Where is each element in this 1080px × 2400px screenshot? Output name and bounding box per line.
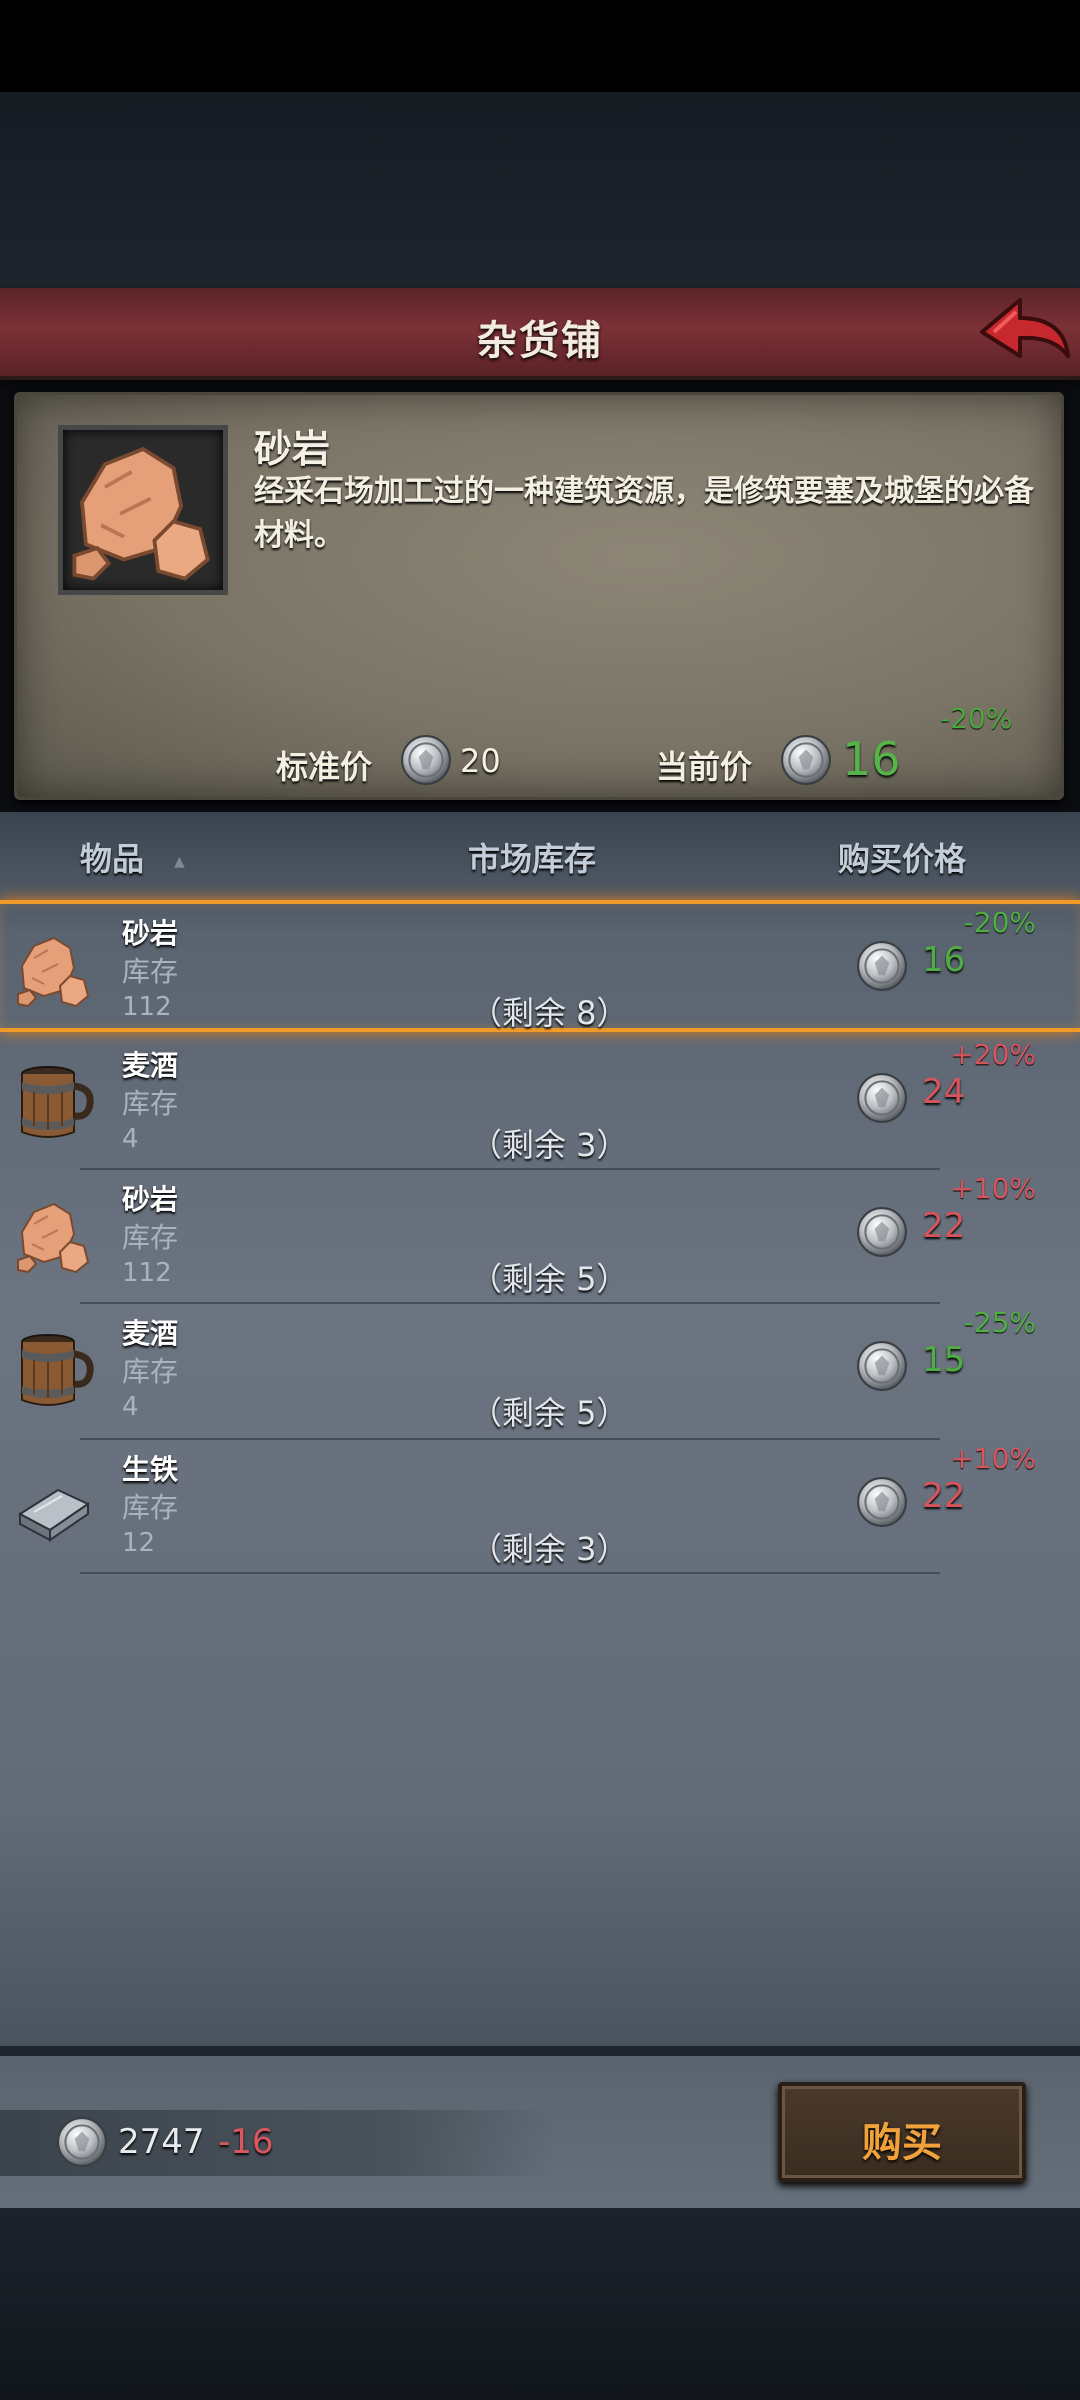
buy-price: 16 <box>922 940 966 980</box>
stock-label: 库存 <box>122 1221 179 1254</box>
back-arrow-icon <box>980 298 1070 358</box>
status-bar <box>0 0 1080 92</box>
stock-label: 库存 <box>122 955 179 988</box>
item-name: 麦酒 <box>122 1049 179 1082</box>
bottom-background <box>0 2208 1080 2400</box>
detail-discount: -20% <box>940 702 1013 735</box>
buy-button[interactable]: 购买 <box>778 2082 1026 2182</box>
back-button[interactable] <box>976 292 1074 372</box>
sandstone-icon <box>63 430 223 590</box>
current-price-label: 当前价 <box>656 748 753 786</box>
stock-value: 12 <box>122 1528 156 1558</box>
item-row[interactable]: 麦酒 库存 4 （剩余 5） -25% 15 <box>0 1304 1080 1436</box>
item-row[interactable]: 生铁 库存 12 （剩余 3） +10% 22 <box>0 1440 1080 1572</box>
shop-title: 杂货铺 <box>477 318 603 364</box>
standard-price-label: 标准价 <box>276 748 373 786</box>
silver-coin-icon <box>56 2116 108 2168</box>
bottom-separator <box>0 2046 1080 2056</box>
wallet-amount: 2747 <box>118 2122 205 2162</box>
market-remaining: （剩余 5） <box>470 1394 629 1432</box>
market-remaining: （剩余 5） <box>470 1260 629 1298</box>
item-name: 生铁 <box>122 1453 179 1486</box>
column-header-stock: 市场库存 <box>468 840 597 878</box>
stock-label: 库存 <box>122 1491 179 1524</box>
detail-item-icon-frame <box>58 425 228 595</box>
column-header-price: 购买价格 <box>838 840 967 878</box>
stock-label: 库存 <box>122 1087 179 1120</box>
wallet-delta: -16 <box>218 2122 274 2162</box>
silver-coin-icon <box>856 940 908 992</box>
stock-value: 4 <box>122 1392 139 1422</box>
ale-mug-icon <box>14 1328 94 1412</box>
stock-value: 112 <box>122 992 172 1022</box>
price-change-percent: +10% <box>950 1172 1036 1205</box>
sandstone-icon <box>14 1194 94 1278</box>
market-remaining: （剩余 8） <box>470 994 629 1032</box>
item-row[interactable]: 麦酒 库存 4 （剩余 3） +20% 24 <box>0 1036 1080 1168</box>
buy-price: 22 <box>922 1476 966 1516</box>
silver-coin-icon <box>780 734 832 786</box>
stock-value: 112 <box>122 1258 172 1288</box>
shop-title-bar: 杂货铺 <box>0 288 1080 380</box>
item-name: 砂岩 <box>122 917 179 950</box>
silver-coin-icon <box>856 1340 908 1392</box>
market-remaining: （剩余 3） <box>470 1126 629 1164</box>
price-change-percent: +20% <box>950 1038 1036 1071</box>
market-remaining: （剩余 3） <box>470 1530 629 1568</box>
buy-price: 24 <box>922 1072 966 1112</box>
buy-price: 22 <box>922 1206 966 1246</box>
upper-background <box>0 92 1080 288</box>
price-change-percent: +10% <box>950 1442 1036 1475</box>
detail-item-description: 经采石场加工过的一种建筑资源，是修筑要塞及城堡的必备材料。 <box>254 474 1034 553</box>
sort-arrow-icon: ▲ <box>174 854 185 870</box>
stock-value: 4 <box>122 1124 139 1154</box>
price-change-percent: -25% <box>963 1306 1036 1339</box>
item-name: 砂岩 <box>122 1183 179 1216</box>
item-row[interactable]: 砂岩 库存 112 （剩余 5） +10% 22 <box>0 1170 1080 1302</box>
silver-coin-icon <box>400 734 452 786</box>
buy-price: 15 <box>922 1340 966 1380</box>
stock-label: 库存 <box>122 1355 179 1388</box>
silver-coin-icon <box>856 1072 908 1124</box>
detail-item-name: 砂岩 <box>254 427 331 471</box>
pig-iron-icon <box>14 1464 94 1548</box>
silver-coin-icon <box>856 1476 908 1528</box>
item-name: 麦酒 <box>122 1317 179 1350</box>
silver-coin-icon <box>856 1206 908 1258</box>
sandstone-icon <box>14 928 94 1012</box>
row-divider <box>80 1572 940 1574</box>
price-change-percent: -20% <box>963 906 1036 939</box>
column-header-item[interactable]: 物品 <box>80 834 144 880</box>
standard-price-value: 20 <box>460 742 501 780</box>
buy-button-label: 购买 <box>862 2120 942 2166</box>
ale-mug-icon <box>14 1060 94 1144</box>
item-row[interactable]: 砂岩 库存 112 （剩余 8） -20% 16 <box>0 900 1080 1032</box>
current-price-value: 16 <box>842 732 901 786</box>
